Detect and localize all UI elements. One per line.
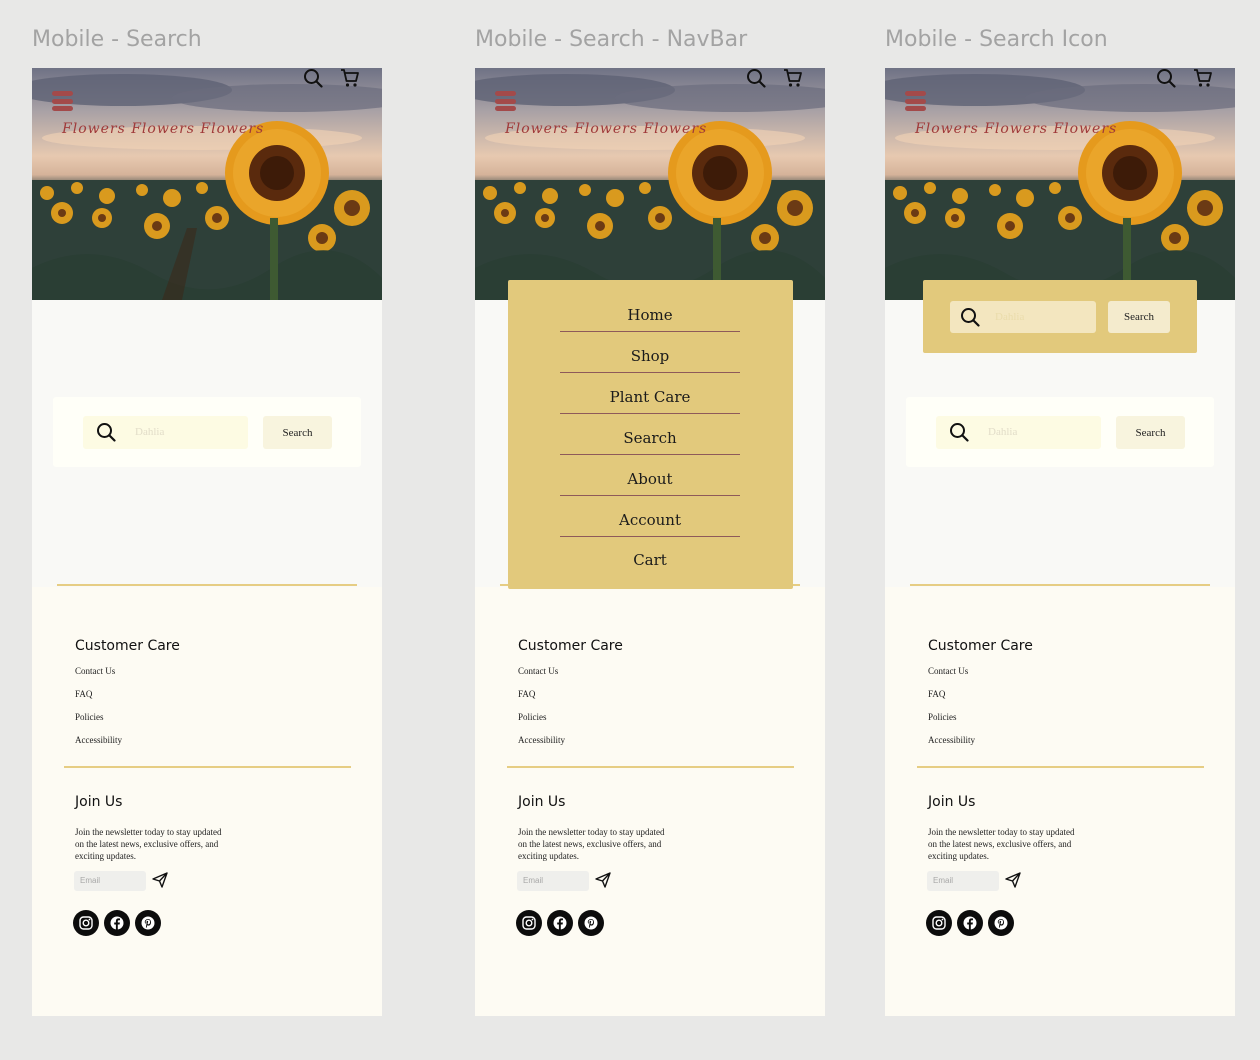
join-us-heading: Join Us [75, 794, 123, 810]
search-placeholder: Dahlia [988, 426, 1018, 438]
search-placeholder: Dahlia [135, 426, 165, 438]
search-input[interactable]: Dahlia [936, 416, 1101, 449]
hero-image: Flowers Flowers Flowers [32, 68, 382, 300]
search-button[interactable]: Search [263, 416, 332, 449]
search-icon[interactable] [1156, 68, 1176, 88]
sunflower-field-image [32, 74, 382, 300]
sunflower-field-image [885, 74, 1235, 300]
nav-item-shop[interactable]: Shop [560, 347, 740, 373]
join-us-heading: Join Us [928, 794, 976, 810]
faq-link[interactable]: FAQ [75, 689, 92, 699]
hero-image: Flowers Flowers Flowers [475, 68, 825, 300]
newsletter-text: Join the newsletter today to stay update… [518, 827, 665, 861]
nav-item-about[interactable]: About [560, 470, 740, 496]
instagram-icon[interactable] [926, 910, 952, 936]
faq-link[interactable]: FAQ [928, 689, 945, 699]
instagram-icon[interactable] [516, 910, 542, 936]
hero-image: Flowers Flowers Flowers [885, 68, 1235, 300]
search-card: Dahlia Search [53, 397, 361, 467]
contact-us-link[interactable]: Contact Us [928, 666, 968, 676]
footer: Customer Care Contact Us FAQ Policies Ac… [32, 584, 382, 1016]
pinterest-icon[interactable] [135, 910, 161, 936]
email-placeholder: Email [523, 876, 544, 885]
facebook-icon[interactable] [957, 910, 983, 936]
facebook-icon[interactable] [547, 910, 573, 936]
menu-icon[interactable] [905, 91, 926, 111]
footer-divider [507, 766, 794, 768]
nav-item-home[interactable]: Home [560, 306, 740, 332]
mobile-search-frame: Flowers Flowers Flowers Dahlia Search Cu… [32, 68, 382, 1016]
brand-logo: Flowers Flowers Flowers [915, 121, 1118, 137]
cart-icon[interactable] [783, 68, 803, 88]
email-placeholder: Email [80, 876, 101, 885]
footer-divider [64, 766, 351, 768]
search-input[interactable]: Dahlia [83, 416, 248, 449]
cart-icon[interactable] [1193, 68, 1213, 88]
search-icon [950, 423, 969, 442]
brand-logo: Flowers Flowers Flowers [62, 121, 265, 137]
faq-link[interactable]: FAQ [518, 689, 535, 699]
cart-icon[interactable] [340, 68, 360, 88]
facebook-icon[interactable] [104, 910, 130, 936]
email-input[interactable]: Email [927, 871, 999, 891]
contact-us-link[interactable]: Contact Us [518, 666, 558, 676]
frame-title: Mobile - Search Icon [885, 27, 1108, 52]
search-popup: Dahlia Search [923, 280, 1197, 353]
brand-logo: Flowers Flowers Flowers [505, 121, 708, 137]
search-placeholder: Dahlia [995, 311, 1025, 323]
menu-icon[interactable] [52, 91, 73, 111]
send-icon[interactable] [1005, 872, 1021, 888]
popup-search-input[interactable]: Dahlia [950, 301, 1096, 333]
accessibility-link[interactable]: Accessibility [518, 735, 565, 745]
send-icon[interactable] [152, 872, 168, 888]
mobile-search-navbar-frame: Flowers Flowers Flowers Customer Care Co… [475, 68, 825, 1016]
search-button[interactable]: Search [1116, 416, 1185, 449]
main-content: Dahlia Search [32, 300, 382, 587]
instagram-icon[interactable] [73, 910, 99, 936]
accessibility-link[interactable]: Accessibility [928, 735, 975, 745]
customer-care-heading: Customer Care [75, 638, 180, 654]
policies-link[interactable]: Policies [518, 712, 547, 722]
join-us-heading: Join Us [518, 794, 566, 810]
customer-care-heading: Customer Care [518, 638, 623, 654]
accessibility-link[interactable]: Accessibility [75, 735, 122, 745]
footer-divider [917, 766, 1204, 768]
email-placeholder: Email [933, 876, 954, 885]
nav-item-search[interactable]: Search [560, 429, 740, 455]
contact-us-link[interactable]: Contact Us [75, 666, 115, 676]
footer-divider [910, 584, 1210, 586]
pinterest-icon[interactable] [988, 910, 1014, 936]
email-input[interactable]: Email [74, 871, 146, 891]
customer-care-heading: Customer Care [928, 638, 1033, 654]
mobile-search-icon-frame: Flowers Flowers Flowers Dahlia Search Cu… [885, 68, 1235, 1016]
search-icon[interactable] [746, 68, 766, 88]
nav-menu: Home Shop Plant Care Search About Accoun… [508, 280, 793, 589]
search-card: Dahlia Search [906, 397, 1214, 467]
footer: Customer Care Contact Us FAQ Policies Ac… [475, 584, 825, 1016]
newsletter-text: Join the newsletter today to stay update… [928, 827, 1075, 861]
footer: Customer Care Contact Us FAQ Policies Ac… [885, 584, 1235, 1016]
search-icon [97, 423, 116, 442]
send-icon[interactable] [595, 872, 611, 888]
frame-title: Mobile - Search - NavBar [475, 27, 748, 52]
search-icon [961, 308, 980, 327]
policies-link[interactable]: Policies [928, 712, 957, 722]
nav-item-plant-care[interactable]: Plant Care [560, 388, 740, 414]
nav-item-account[interactable]: Account [560, 511, 740, 537]
policies-link[interactable]: Policies [75, 712, 104, 722]
nav-item-cart[interactable]: Cart [560, 551, 740, 577]
email-input[interactable]: Email [517, 871, 589, 891]
menu-icon[interactable] [495, 91, 516, 111]
sunflower-field-image [475, 74, 825, 300]
pinterest-icon[interactable] [578, 910, 604, 936]
search-icon[interactable] [303, 68, 323, 88]
frame-title: Mobile - Search [32, 27, 202, 52]
footer-divider [57, 584, 357, 586]
newsletter-text: Join the newsletter today to stay update… [75, 827, 222, 861]
popup-search-button[interactable]: Search [1108, 301, 1170, 333]
